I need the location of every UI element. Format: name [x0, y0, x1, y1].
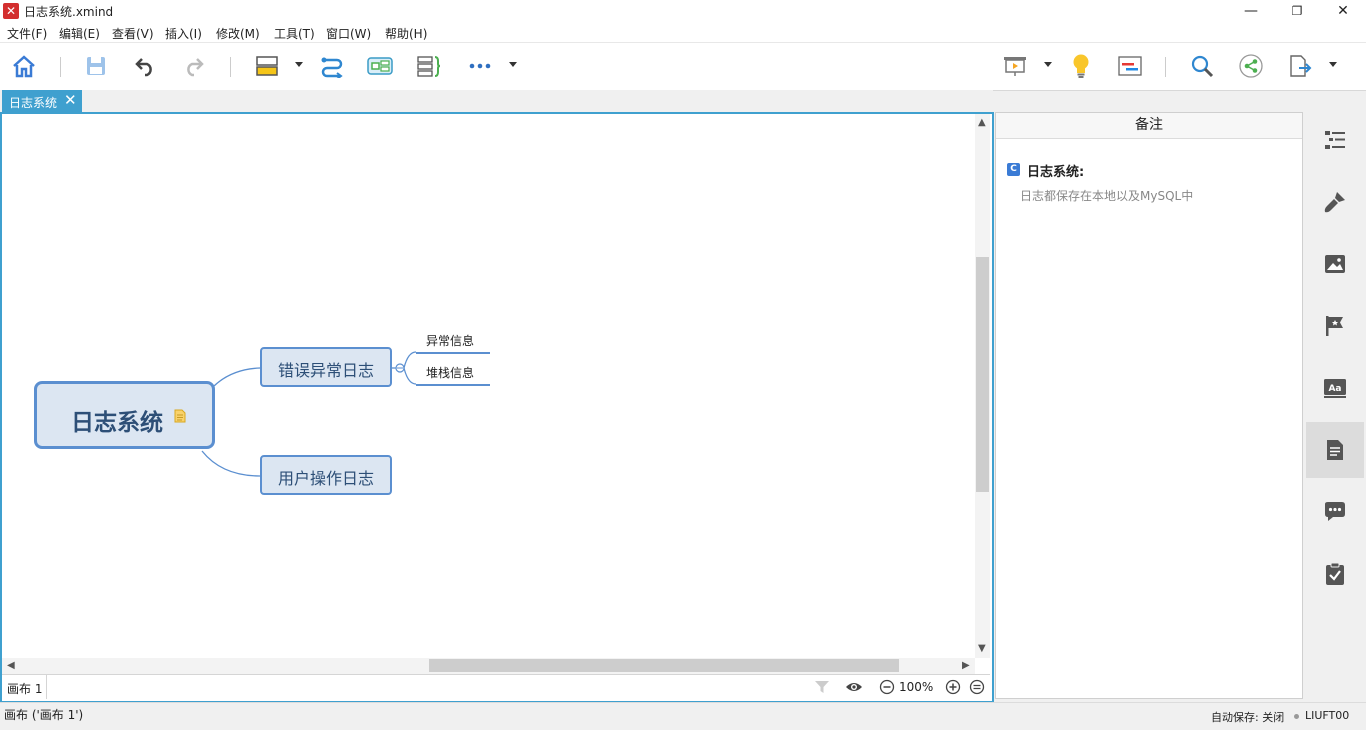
autosave-status[interactable]: 自动保存: 关闭: [1211, 709, 1284, 725]
notes-topic-title: 日志系统:: [1027, 165, 1085, 180]
canvas-status-bar: 画布 1 100%: [2, 674, 990, 700]
chevron-down-icon[interactable]: [1044, 62, 1052, 67]
window-title: 日志系统.xmind: [24, 5, 114, 19]
note-icon[interactable]: [174, 409, 186, 426]
scroll-up-icon[interactable]: ▲: [978, 117, 986, 128]
text-style-icon[interactable]: Aa: [1306, 360, 1364, 416]
close-button[interactable]: ✕: [1320, 0, 1366, 22]
scroll-down-icon[interactable]: ▼: [978, 643, 986, 654]
topic-user-log[interactable]: 用户操作日志: [260, 455, 392, 495]
menu-file[interactable]: 文件(F): [7, 25, 47, 42]
menu-tools[interactable]: 工具(T): [274, 25, 315, 42]
summary-icon[interactable]: [414, 52, 444, 80]
subtopic-label: 异常信息: [426, 334, 475, 348]
more-icon[interactable]: [465, 52, 495, 80]
toolbar-separator: [60, 57, 61, 77]
comment-icon[interactable]: [1306, 484, 1364, 540]
central-topic-label: 日志系统: [71, 410, 163, 436]
status-sheet: 画布 ('画布 1'): [4, 708, 84, 722]
export-icon[interactable]: [1285, 52, 1315, 80]
tab-strip: [0, 90, 993, 112]
relationship-icon[interactable]: [317, 52, 347, 80]
undo-icon[interactable]: [130, 52, 160, 80]
chevron-down-icon[interactable]: [509, 62, 517, 67]
zoom-in-icon[interactable]: [945, 679, 961, 698]
task-icon[interactable]: [1306, 546, 1364, 602]
tab-mindmap[interactable]: 日志系统 ✕: [2, 90, 82, 112]
home-icon[interactable]: [9, 52, 39, 80]
chevron-down-icon[interactable]: [1329, 62, 1337, 67]
subtopic-label: 堆栈信息: [426, 366, 475, 380]
menu-insert[interactable]: 插入(I): [165, 25, 202, 42]
restore-button[interactable]: ❐: [1274, 0, 1320, 22]
status-bar: 画布 ('画布 1') 自动保存: 关闭 LIUFT00: [0, 702, 1366, 730]
boundary-icon[interactable]: [365, 52, 395, 80]
notes-panel-title: 备注: [996, 113, 1302, 139]
menu-modify[interactable]: 修改(M): [216, 25, 260, 42]
xmind-logo-icon: ✕: [3, 3, 19, 19]
chevron-down-icon[interactable]: [295, 62, 303, 67]
svg-text:Aa: Aa: [1328, 384, 1341, 394]
subtopic-exception[interactable]: 异常信息: [416, 332, 490, 354]
tab-label: 日志系统: [9, 96, 58, 110]
fit-view-icon[interactable]: [969, 679, 985, 698]
central-topic[interactable]: 日志系统: [34, 381, 215, 449]
scroll-left-icon[interactable]: ◀: [7, 660, 15, 671]
menu-bar: 文件(F) 编辑(E) 查看(V) 插入(I) 修改(M) 工具(T) 窗口(W…: [0, 22, 1366, 43]
scroll-right-icon[interactable]: ▶: [962, 660, 970, 671]
gantt-icon[interactable]: [1115, 52, 1145, 80]
title-bar: ✕ 日志系统.xmind — ❐ ✕: [0, 0, 1366, 22]
horizontal-scroll-thumb[interactable]: [429, 659, 899, 672]
eye-icon[interactable]: [845, 679, 863, 698]
save-icon[interactable]: [81, 52, 111, 80]
filter-icon[interactable]: [814, 679, 830, 698]
outline-icon[interactable]: [1306, 112, 1364, 168]
menu-edit[interactable]: 编辑(E): [59, 25, 100, 42]
share-icon[interactable]: [1236, 52, 1266, 80]
notes-content[interactable]: 日志都保存在本地以及MySQL中: [1020, 187, 1193, 204]
toolbar: [0, 43, 1366, 91]
close-icon[interactable]: ✕: [64, 91, 77, 109]
menu-window[interactable]: 窗口(W): [326, 25, 371, 42]
menu-view[interactable]: 查看(V): [112, 25, 154, 42]
presentation-icon[interactable]: [1000, 52, 1030, 80]
topic-insert-icon[interactable]: [252, 52, 282, 80]
status-divider: [46, 675, 47, 699]
redo-icon[interactable]: [179, 52, 209, 80]
marker-flag-icon[interactable]: [1306, 298, 1364, 354]
toolbar-separator: [230, 57, 231, 77]
vertical-scroll-thumb[interactable]: [976, 257, 989, 492]
status-dot-icon: [1294, 714, 1299, 719]
user-name[interactable]: LIUFT00: [1305, 709, 1349, 722]
sheet-label[interactable]: 画布 1: [7, 680, 42, 697]
menu-help[interactable]: 帮助(H): [385, 25, 427, 42]
notes-icon[interactable]: [1306, 422, 1364, 478]
subtopic-stacktrace[interactable]: 堆栈信息: [416, 364, 490, 386]
format-brush-icon[interactable]: [1306, 174, 1364, 230]
image-icon[interactable]: [1306, 236, 1364, 292]
notes-panel: 备注 C 日志系统: 日志都保存在本地以及MySQL中: [995, 112, 1303, 699]
toolbar-separator: [1165, 57, 1166, 77]
zoom-out-icon[interactable]: [879, 679, 895, 698]
topic-error-log[interactable]: 错误异常日志: [260, 347, 392, 387]
zoom-level: 100%: [899, 680, 934, 694]
topic-badge-icon: C: [1007, 163, 1020, 176]
search-icon[interactable]: [1187, 52, 1217, 80]
topic-label: 错误异常日志: [277, 361, 374, 380]
topic-label: 用户操作日志: [277, 469, 374, 488]
minimize-button[interactable]: —: [1228, 0, 1274, 22]
lightbulb-icon[interactable]: [1066, 52, 1096, 80]
